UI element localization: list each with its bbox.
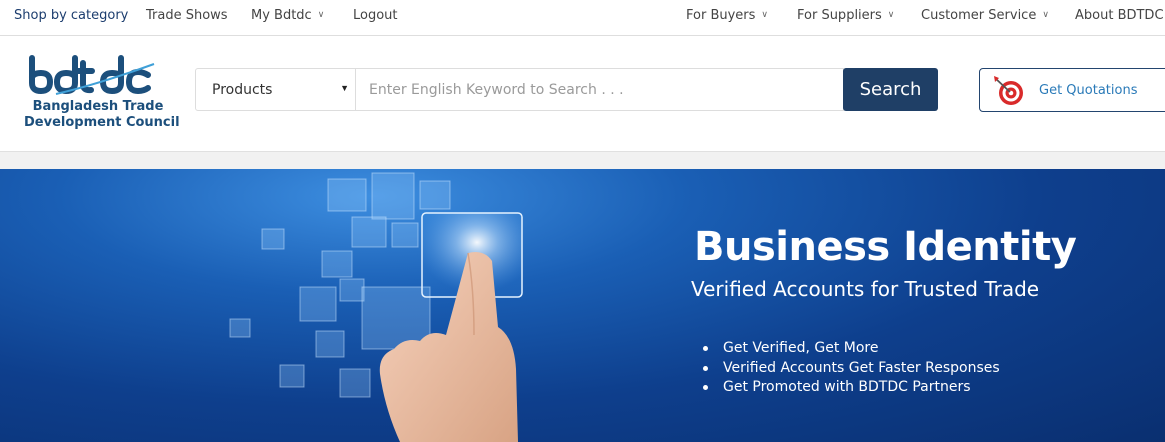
nav-for-suppliers[interactable]: For Suppliers ∨	[797, 8, 894, 23]
dropdown-arrow-icon: ▼	[340, 83, 349, 93]
bdtdc-logo[interactable]: Bangladesh Trade Development Council	[24, 55, 180, 135]
site-header: Bangladesh Trade Development Council Pro…	[0, 37, 1165, 151]
chevron-down-icon: ∨	[317, 10, 325, 20]
header-divider	[0, 151, 1165, 169]
banner-bullet: Get Promoted with BDTDC Partners	[702, 378, 1000, 398]
banner-bullet: Get Verified, Get More	[702, 339, 1000, 359]
top-navigation: Shop by category Trade Shows My Bdtdc ∨ L…	[0, 0, 1165, 36]
get-quotations-label: Get Quotations	[1039, 83, 1138, 98]
category-select-value: Products	[212, 82, 273, 98]
chevron-down-icon: ∨	[1042, 10, 1049, 20]
nav-trade-shows[interactable]: Trade Shows	[146, 8, 228, 23]
bdtdc-wordmark	[29, 55, 155, 95]
logo-line-2: Development Council	[24, 115, 180, 130]
search-button[interactable]: Search	[843, 68, 938, 111]
bullet-dot-icon	[703, 385, 708, 390]
banner-bullet: Verified Accounts Get Faster Responses	[702, 359, 1000, 379]
banner-bullet-list: Get Verified, Get More Verified Accounts…	[702, 339, 1000, 398]
chevron-down-icon: ∨	[761, 10, 769, 20]
bullet-dot-icon	[703, 365, 708, 371]
nav-shop-by-category[interactable]: Shop by category	[14, 8, 128, 23]
nav-customer-service[interactable]: Customer Service ∨	[921, 8, 1049, 23]
chevron-down-icon: ∨	[887, 10, 895, 20]
search-input[interactable]	[356, 68, 844, 111]
category-select[interactable]: Products ▼	[195, 68, 356, 111]
tech-squares-illustration	[229, 172, 523, 442]
nav-my-bdtdc[interactable]: My Bdtdc ∨	[251, 8, 324, 23]
get-quotations-button[interactable]: Get Quotations	[979, 68, 1165, 112]
nav-logout[interactable]: Logout	[353, 8, 398, 23]
bullet-dot-icon	[703, 346, 708, 351]
hero-banner[interactable]: Business Identity Verified Accounts for …	[0, 169, 1165, 442]
banner-title: Business Identity	[694, 224, 1077, 270]
nav-about-bdtdc[interactable]: About BDTDC	[1075, 8, 1164, 23]
nav-for-buyers[interactable]: For Buyers ∨	[686, 8, 768, 23]
target-icon	[994, 76, 1023, 105]
logo-line-1: Bangladesh Trade	[32, 99, 164, 114]
banner-subtitle: Verified Accounts for Trusted Trade	[691, 277, 1040, 301]
